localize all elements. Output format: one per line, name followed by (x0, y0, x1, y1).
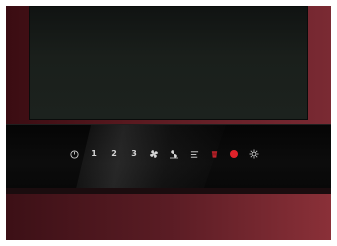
hood-lower-body (6, 194, 331, 240)
filter-icon (210, 149, 219, 159)
timer-button[interactable] (184, 147, 204, 161)
filter-alert-button[interactable] (204, 147, 224, 161)
light-button[interactable] (244, 147, 264, 161)
control-strip: 1 2 3 (64, 147, 264, 161)
fan-boost-button[interactable] (144, 147, 164, 161)
speed-2-button[interactable]: 2 (104, 147, 124, 161)
speed-1-button[interactable]: 1 (84, 147, 104, 161)
power-button[interactable] (64, 147, 84, 161)
timer-icon (190, 150, 199, 159)
speed-2-label: 2 (111, 149, 117, 158)
fan-intensive-icon (169, 149, 179, 159)
glass-panel (29, 6, 308, 120)
fan-icon (149, 149, 159, 159)
speed-3-button[interactable]: 3 (124, 147, 144, 161)
red-dot-icon (229, 149, 239, 159)
light-icon (249, 149, 259, 159)
red-indicator-button[interactable] (224, 147, 244, 161)
power-icon (69, 149, 79, 159)
fan-intensive-button[interactable] (164, 147, 184, 161)
range-hood (6, 6, 331, 240)
speed-3-label: 3 (131, 149, 137, 158)
speed-1-label: 1 (91, 149, 97, 158)
